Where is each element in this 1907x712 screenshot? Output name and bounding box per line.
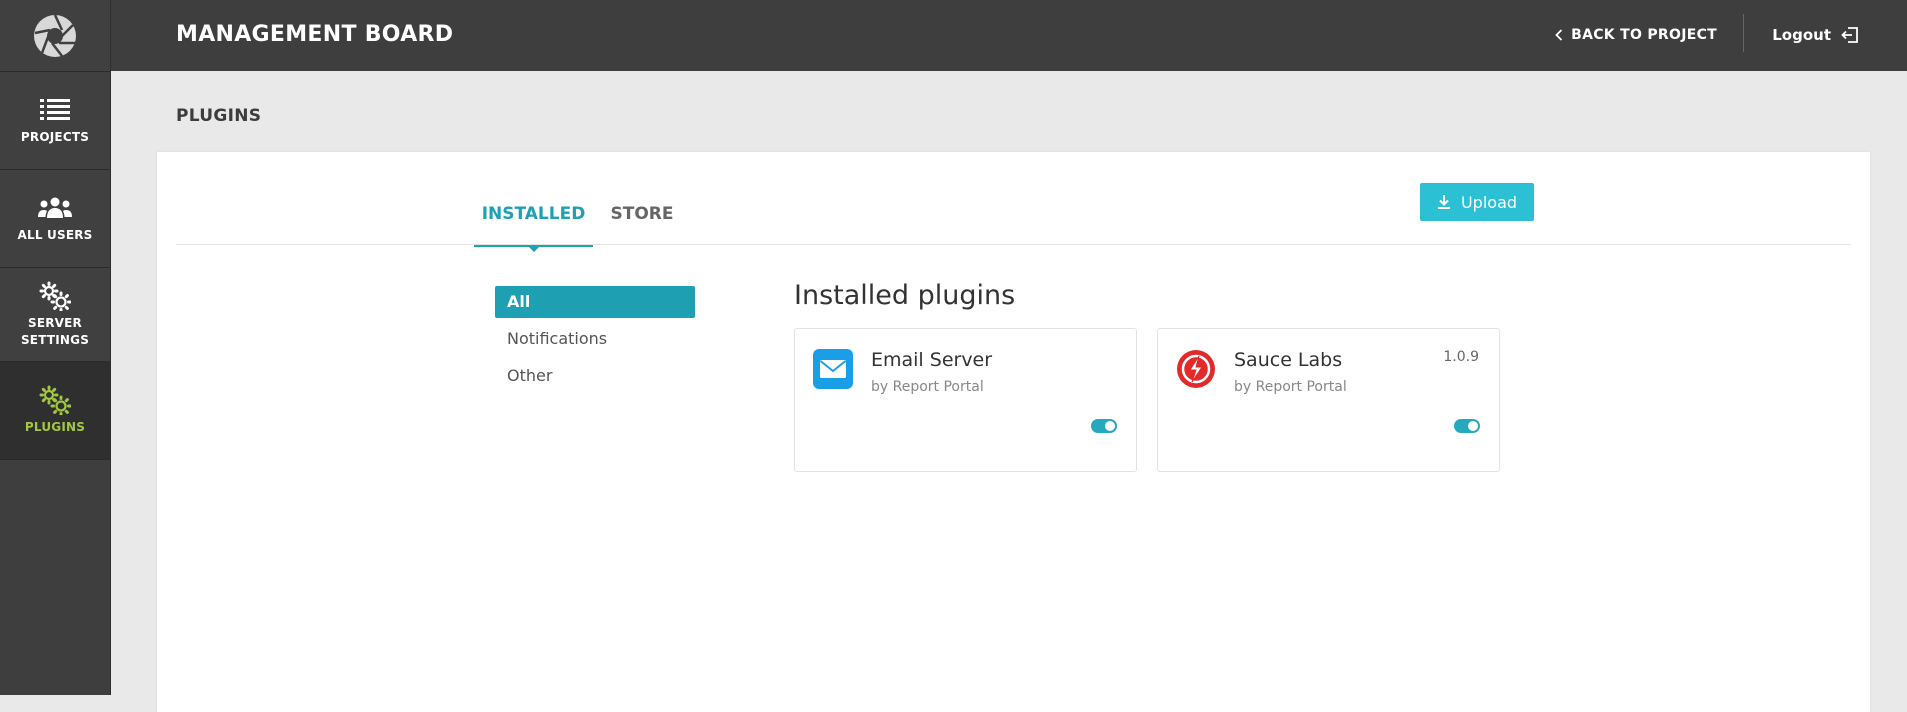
plugin-card-email-server[interactable]: Email Server by Report Portal [794, 328, 1137, 472]
page-title: PLUGINS [176, 106, 262, 126]
sidebar-item-label: ALL USERS [17, 228, 93, 242]
back-to-project-label: BACK TO PROJECT [1571, 27, 1717, 43]
upload-button[interactable]: Upload [1420, 183, 1534, 221]
logout-button[interactable]: Logout [1772, 26, 1859, 44]
header-divider [1743, 14, 1744, 52]
tab-store[interactable]: STORE [607, 194, 677, 245]
sauce-labs-icon [1177, 350, 1215, 388]
header: MANAGEMENT BOARD BACK TO PROJECT Logout [111, 0, 1907, 71]
sidebar: PROJECTS ALL USERS SERVER SETTINGS PLUGI… [0, 0, 111, 695]
chevron-left-icon [1555, 29, 1563, 41]
sidebar-item-label: PLUGINS [24, 420, 86, 434]
sidebar-item-projects[interactable]: PROJECTS [0, 72, 110, 170]
logo[interactable] [0, 0, 110, 72]
filter-all[interactable]: All [495, 286, 695, 318]
sidebar-item-label: SERVER SETTINGS [20, 315, 90, 347]
email-icon [813, 349, 853, 389]
gears-icon [39, 281, 71, 311]
tab-label: INSTALLED [481, 204, 586, 224]
tab-label: STORE [610, 204, 674, 224]
logout-icon [1841, 27, 1858, 43]
sidebar-item-label: PROJECTS [20, 130, 90, 144]
sidebar-item-plugins[interactable]: PLUGINS [0, 362, 110, 460]
logout-label: Logout [1772, 26, 1831, 44]
plugin-author: by Report Portal [871, 379, 984, 395]
back-to-project-link[interactable]: BACK TO PROJECT [1555, 27, 1717, 43]
plugin-author: by Report Portal [1234, 379, 1347, 395]
header-title: MANAGEMENT BOARD [176, 22, 454, 47]
sidebar-item-all-users[interactable]: ALL USERS [0, 170, 110, 268]
plugin-card-sauce-labs[interactable]: Sauce Labs by Report Portal 1.0.9 [1157, 328, 1500, 472]
upload-label: Upload [1460, 192, 1518, 212]
section-title: Installed plugins [794, 280, 1016, 311]
plugin-enable-toggle[interactable] [1091, 419, 1117, 433]
plugin-name: Sauce Labs [1234, 349, 1343, 371]
download-icon [1437, 195, 1450, 209]
plugin-name: Email Server [871, 349, 993, 371]
plugin-filters: All Notifications Other [495, 286, 695, 397]
filter-other[interactable]: Other [495, 360, 695, 392]
plugins-icon [39, 385, 71, 415]
aperture-logo-icon [34, 13, 76, 57]
tabs-divider [176, 244, 1851, 245]
plugins-panel: INSTALLED STORE Upload All Notifications… [157, 152, 1870, 712]
plugin-version: 1.0.9 [1443, 349, 1479, 365]
list-icon [40, 99, 70, 120]
filter-notifications[interactable]: Notifications [495, 323, 695, 355]
plugin-enable-toggle[interactable] [1454, 419, 1480, 433]
users-icon [38, 197, 72, 218]
sidebar-item-server-settings[interactable]: SERVER SETTINGS [0, 268, 110, 362]
tab-installed[interactable]: INSTALLED [474, 194, 593, 252]
